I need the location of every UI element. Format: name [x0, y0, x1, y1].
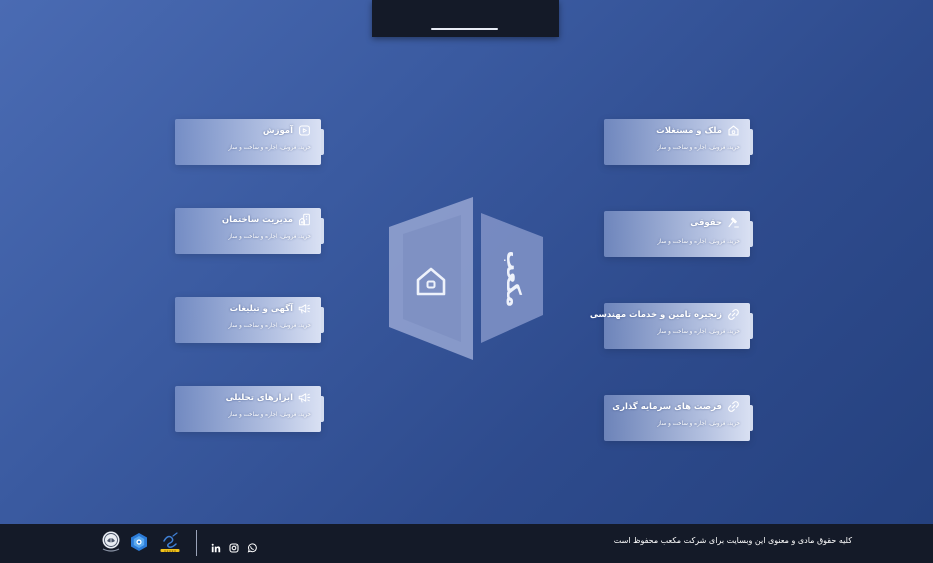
- card-title: آموزش: [262, 125, 293, 136]
- card-subtitle: خرید، فروش، اجاره و ساخت و ساز: [657, 239, 740, 245]
- enamad-badge[interactable]: ★★★★★: [159, 531, 181, 559]
- footer-divider: [196, 530, 197, 556]
- card-subtitle: خرید، فروش، اجاره و ساخت و ساز: [228, 412, 311, 418]
- card-advertising[interactable]: آگهی و تبلیغات خرید، فروش، اجاره و ساخت …: [175, 297, 324, 343]
- home-icon: [727, 124, 740, 137]
- card-subtitle: خرید، فروش، اجاره و ساخت و ساز: [657, 329, 740, 335]
- emblem-badge[interactable]: [100, 530, 122, 558]
- card-title: آگهی و تبلیغات: [229, 303, 293, 314]
- samandehi-badge[interactable]: [130, 532, 148, 556]
- card-title: مدیریت ساختمان: [221, 214, 293, 225]
- top-tab: [372, 0, 559, 37]
- play-icon: [298, 124, 311, 137]
- copyright-text: کلیه حقوق مادی و معنوی این وبسایت برای ش…: [613, 536, 852, 545]
- card-subtitle: خرید، فروش، اجاره و ساخت و ساز: [228, 234, 311, 240]
- link-icon: [727, 400, 740, 413]
- instagram-icon[interactable]: [229, 538, 239, 553]
- card-title: ابزارهای تحلیلی: [225, 392, 293, 403]
- card-education[interactable]: آموزش خرید، فروش، اجاره و ساخت و ساز: [175, 119, 324, 165]
- card-subtitle: خرید، فروش، اجاره و ساخت و ساز: [657, 421, 740, 427]
- card-legal[interactable]: حقوقی خرید، فروش، اجاره و ساخت و ساز: [604, 211, 753, 257]
- card-subtitle: خرید، فروش، اجاره و ساخت و ساز: [228, 323, 311, 329]
- card-subtitle: خرید، فروش، اجاره و ساخت و ساز: [657, 145, 740, 151]
- card-title: زنجیره تامین و خدمات مهندسی: [589, 309, 722, 320]
- cube-logo[interactable]: مکعب: [389, 197, 544, 360]
- gavel-icon: [727, 216, 740, 229]
- linkedin-icon[interactable]: [211, 538, 221, 553]
- footer: کلیه حقوق مادی و معنوی این وبسایت برای ش…: [0, 524, 933, 563]
- building-icon: [298, 213, 311, 226]
- card-supply-chain[interactable]: زنجیره تامین و خدمات مهندسی خرید، فروش، …: [590, 303, 753, 349]
- megaphone-icon: [298, 302, 311, 315]
- card-real-estate[interactable]: ملک و مستغلات خرید، فروش، اجاره و ساخت و…: [604, 119, 753, 165]
- card-building-management[interactable]: مدیریت ساختمان خرید، فروش، اجاره و ساخت …: [175, 208, 324, 254]
- link-icon: [727, 308, 740, 321]
- brand-wordmark: مکعب: [502, 251, 526, 307]
- card-title: ملک و مستغلات: [656, 125, 722, 136]
- card-investment[interactable]: فرصت های سرمایه گذاری خرید، فروش، اجاره …: [604, 395, 753, 441]
- card-subtitle: خرید، فروش، اجاره و ساخت و ساز: [228, 145, 311, 151]
- card-title: فرصت های سرمایه گذاری: [612, 401, 722, 412]
- whatsapp-icon[interactable]: [247, 538, 257, 553]
- megaphone-icon: [298, 391, 311, 404]
- svg-text:★★★★★: ★★★★★: [164, 549, 177, 553]
- card-title: حقوقی: [690, 217, 722, 228]
- tab-indicator: [431, 28, 498, 30]
- card-analytics-tools[interactable]: ابزارهای تحلیلی خرید، فروش، اجاره و ساخت…: [175, 386, 324, 432]
